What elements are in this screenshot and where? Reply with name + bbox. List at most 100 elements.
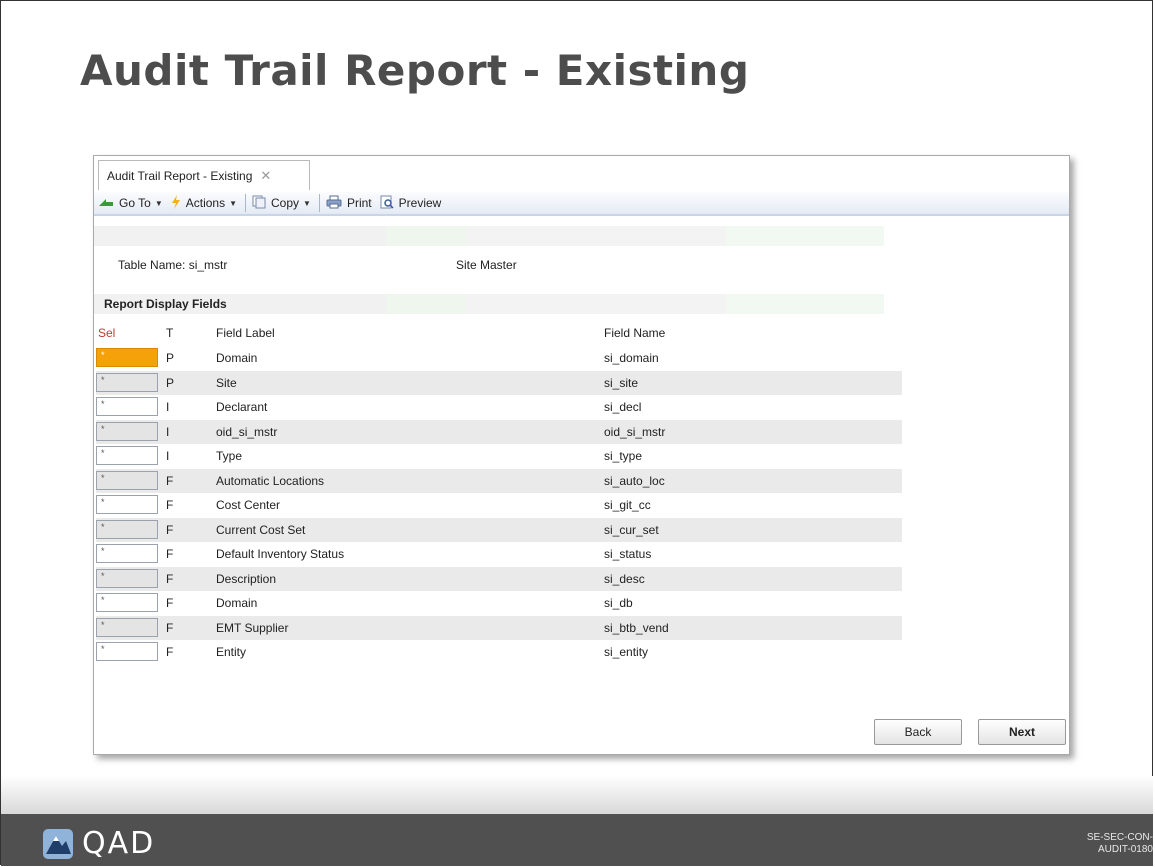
field-label-cell: Site [216,375,237,390]
grid-body: * P Domain si_domain * P Site si_site * I Declaran… [96,346,902,665]
table-row[interactable]: * I Declarant si_decl [96,395,902,420]
copy-label: Copy [271,196,300,210]
sel-cell-input[interactable]: * [96,593,158,612]
goto-arrow-icon [98,196,114,211]
table-name-label: Table Name: [118,258,186,272]
footer-code-line2: AUDIT-0180 [1097,844,1153,855]
sel-cell-input[interactable]: * [96,617,158,637]
type-cell: F [166,498,174,512]
qad-logo: QAD [42,826,155,861]
qad-logo-icon [43,828,73,859]
copy-menu-button[interactable]: Copy ▼ [252,195,311,212]
type-cell: I [166,400,170,414]
field-name-cell: si_btb_vend [604,620,669,635]
type-cell: F [166,620,174,635]
table-row[interactable]: * F EMT Supplier si_btb_vend [96,615,902,640]
back-button[interactable]: Back [874,719,962,745]
field-label-cell: Default Inventory Status [216,547,345,561]
table-row[interactable]: * I Type si_type [96,444,902,469]
table-row[interactable]: * P Domain si_domain [96,346,902,371]
field-label-cell: Entity [216,645,247,659]
type-cell: P [166,375,175,390]
next-button[interactable]: Next [978,719,1066,745]
sel-cell-input[interactable]: * [96,348,158,367]
table-row[interactable]: * F Domain si_db [96,591,902,616]
field-name-cell: si_cur_set [604,522,659,537]
lightning-icon [171,194,181,212]
toolbar: Go To ▼ Actions ▼ Copy ▼ Print Preview [94,192,1069,216]
footer-bar [1,814,1153,866]
type-cell: P [166,351,175,365]
field-label-cell: Domain [216,596,258,610]
sel-cell-input[interactable]: * [96,421,158,441]
sel-cell-input[interactable]: * [96,495,158,514]
field-label-cell: Type [216,449,243,463]
preview-label: Preview [398,196,442,210]
type-cell: F [166,473,174,488]
table-row[interactable]: * F Description si_desc [96,566,902,591]
field-name-cell: si_domain [604,351,659,365]
column-header-sel[interactable]: Sel [98,326,115,340]
sel-cell-input[interactable]: * [96,446,158,465]
field-label-cell: Automatic Locations [216,473,325,488]
sel-cell-input[interactable]: * [96,568,158,588]
column-header-field-label[interactable]: Field Label [216,326,275,340]
table-description: Site Master [456,258,517,272]
field-label-cell: Cost Center [216,498,281,512]
toolbar-separator [245,194,247,212]
type-cell: F [166,571,174,586]
logo-text: QAD [82,826,156,861]
tab-audit-trail-report[interactable]: Audit Trail Report - Existing ✕ [98,160,310,190]
field-name-cell: si_decl [604,400,642,414]
print-button[interactable]: Print [326,195,372,212]
table-name-value: si_mstr [188,258,228,272]
table-row[interactable]: * P Site si_site [96,370,902,395]
field-label-cell: Description [216,571,277,586]
grid-header: Sel T Field Label Field Name [96,324,902,346]
table-row[interactable]: * F Current Cost Set si_cur_set [96,517,902,542]
goto-label: Go To [119,196,151,210]
field-name-cell: si_type [604,449,643,463]
type-cell: I [166,449,170,463]
sel-cell-input[interactable]: * [96,544,158,563]
column-header-field-name[interactable]: Field Name [604,326,665,340]
sel-cell-input[interactable]: * [96,470,158,490]
field-name-cell: si_db [604,596,633,610]
sel-cell-input[interactable]: * [96,642,158,661]
tab-strip: Audit Trail Report - Existing ✕ [94,156,1069,193]
table-row[interactable]: * F Automatic Locations si_auto_loc [96,468,902,493]
footer-code-line1: SE-SEC-CON- [1086,832,1153,843]
table-row[interactable]: * F Cost Center si_git_cc [96,493,902,518]
chevron-down-icon: ▼ [303,198,311,208]
copy-icon [252,195,266,212]
footer-gradient [1,776,1153,814]
app-window: Audit Trail Report - Existing ✕ Go To ▼ … [93,155,1070,755]
type-cell: F [166,522,174,537]
preview-button[interactable]: Preview [380,195,442,212]
type-cell: F [166,645,174,659]
table-row[interactable]: * F Default Inventory Status si_status [96,542,902,567]
field-label-cell: Declarant [216,400,268,414]
field-name-cell: si_git_cc [604,498,651,512]
footer-code: SE-SEC-CON- AUDIT-0180 [1087,832,1153,856]
table-row[interactable]: * Ioid_si_mstr oid_si_mstr [96,419,902,444]
sel-cell-input[interactable]: * [96,397,158,416]
printer-icon [326,195,342,212]
field-name-cell: si_site [604,375,639,390]
field-name-cell: si_desc [604,571,645,586]
table-row[interactable]: * F Entity si_entity [96,640,902,665]
sel-cell-input[interactable]: * [96,519,158,539]
preview-icon [380,195,394,212]
actions-label: Actions [185,196,226,210]
close-icon[interactable]: ✕ [260,168,271,184]
goto-menu-button[interactable]: Go To ▼ [98,196,163,211]
actions-menu-button[interactable]: Actions ▼ [171,194,237,212]
slide-title: Audit Trail Report - Existing [80,46,750,95]
section-header: Report Display Fields [104,297,227,311]
field-name-cell: si_entity [604,645,649,659]
field-name-cell: oid_si_mstr [604,424,666,439]
field-name-cell: si_status [604,547,652,561]
sel-cell-input[interactable]: * [96,372,158,392]
field-label-cell: oid_si_mstr [216,424,278,439]
column-header-t[interactable]: T [166,326,173,340]
